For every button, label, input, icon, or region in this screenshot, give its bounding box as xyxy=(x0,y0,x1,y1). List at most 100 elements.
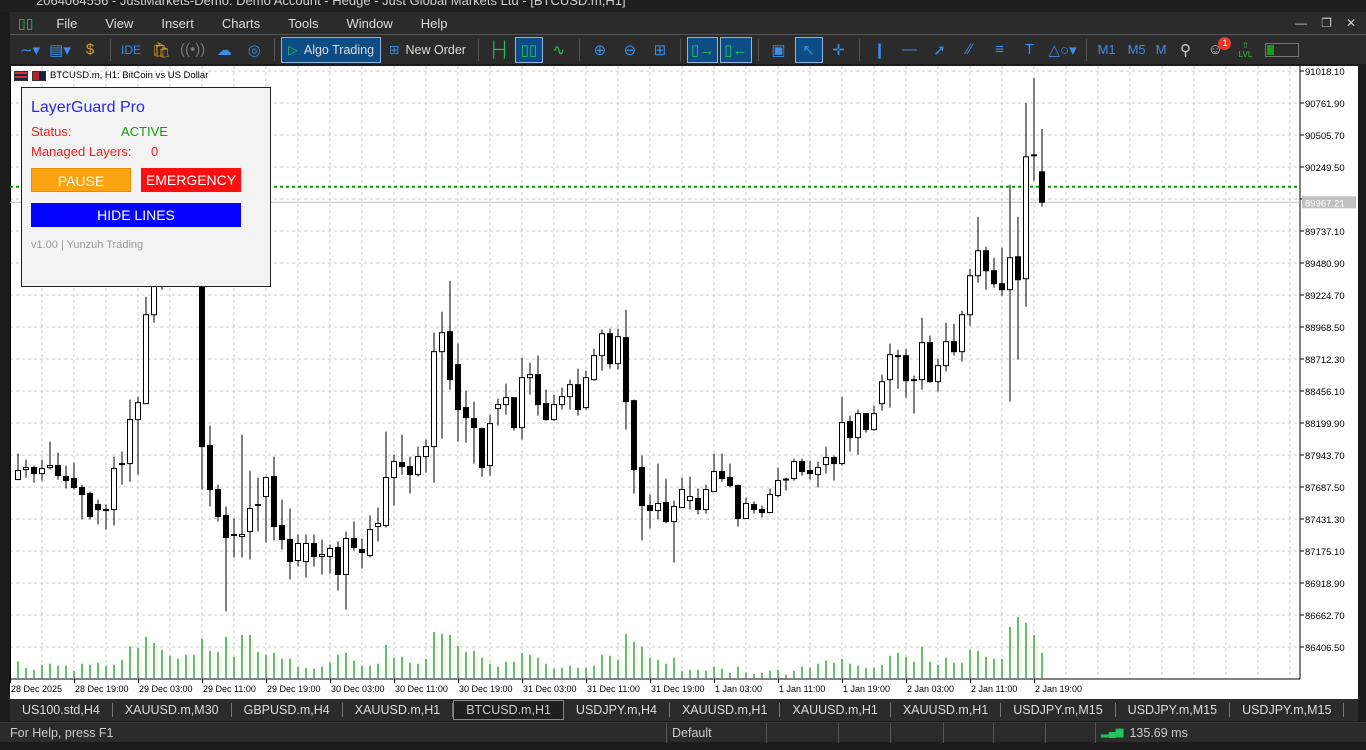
tab-xauusd-m-h1[interactable]: XAUUSD.m,H1 xyxy=(343,703,454,717)
candle-bullish xyxy=(671,506,677,523)
zoom-in-icon[interactable]: ⊕ xyxy=(586,37,614,63)
candle-bearish xyxy=(199,269,205,448)
close-icon[interactable]: ✕ xyxy=(1346,16,1356,30)
timeframe-m1[interactable]: M1 xyxy=(1093,37,1121,63)
chart-shift-icon[interactable]: ▯← xyxy=(720,36,752,63)
horizontal-line-icon[interactable]: — xyxy=(896,37,924,63)
chart-type-icon[interactable]: ∼▾ xyxy=(16,37,44,63)
menu-window[interactable]: Window xyxy=(334,16,408,31)
menu-view[interactable]: View xyxy=(92,16,148,31)
vps-icon[interactable]: ◎ xyxy=(240,37,268,63)
time-tick-label: 28 Dec 19:00 xyxy=(75,684,129,694)
candle-bullish xyxy=(111,468,117,511)
indicators-icon[interactable]: ▤▾ xyxy=(46,37,74,63)
ping-value: 135.69 ms xyxy=(1129,725,1188,740)
menu-insert[interactable]: Insert xyxy=(148,16,209,31)
new-order-button[interactable]: ⊞ New Order xyxy=(383,37,472,63)
tab-gbpusd-m-h4[interactable]: GBPUSD.m,H4 xyxy=(232,703,343,717)
menu-help[interactable]: Help xyxy=(408,16,463,31)
menu-file[interactable]: File xyxy=(43,16,92,31)
vertical-line-icon[interactable]: ❙ xyxy=(866,37,894,63)
tab-xauusd-m-h1[interactable]: XAUUSD.m,H1 xyxy=(670,703,781,717)
cursor-icon[interactable]: ↖ xyxy=(794,36,823,63)
help-text: For Help, press F1 xyxy=(10,725,114,740)
dollar-icon[interactable]: $ xyxy=(76,37,104,63)
candlestick-icon[interactable]: ▯▯ xyxy=(514,36,543,63)
notifications-icon[interactable]: ☺ 1 xyxy=(1201,36,1232,63)
screenshot-icon[interactable]: ▣ xyxy=(765,37,793,63)
candle-bullish xyxy=(567,384,573,398)
shapes-icon[interactable]: △○▾ xyxy=(1046,37,1080,63)
tab-usdjpy-m-m15[interactable]: USDJPY.m,M15 xyxy=(1116,703,1231,717)
restore-icon[interactable]: ❐ xyxy=(1321,16,1332,30)
menu-charts[interactable]: Charts xyxy=(209,16,275,31)
channel-icon[interactable]: ∕∕ xyxy=(956,37,984,63)
cloud-icon[interactable]: ☁ xyxy=(210,37,238,63)
price-tick-label: 88712.30 xyxy=(1305,355,1345,366)
fibonacci-icon[interactable]: ≡ xyxy=(986,37,1014,63)
new-order-label: New Order xyxy=(405,42,466,57)
timeframe-m[interactable]: M xyxy=(1153,37,1170,63)
candle-bearish xyxy=(207,445,213,491)
candle-bearish xyxy=(31,467,37,475)
hide-lines-button[interactable]: HIDE LINES xyxy=(31,203,241,227)
candle-bearish xyxy=(799,461,805,473)
status-label: Status: xyxy=(31,124,72,139)
emergency-button[interactable]: EMERGENCY xyxy=(141,168,241,192)
notification-badge: 1 xyxy=(1218,36,1232,50)
candle-bearish xyxy=(903,355,909,382)
candle-bearish xyxy=(639,467,645,507)
candle-bullish xyxy=(591,355,597,381)
profile-name[interactable]: Default xyxy=(666,722,766,743)
tab-us100-std-h4[interactable]: US100.std,H4 xyxy=(10,703,113,717)
candle-bearish xyxy=(863,413,869,431)
candle-bearish xyxy=(647,505,653,512)
bar-chart-icon[interactable]: ├┤ xyxy=(485,37,513,63)
time-tick-label: 30 Dec 11:00 xyxy=(395,684,448,694)
tab-xauusd-m-h1[interactable]: XAUUSD.m,H1 xyxy=(780,703,891,717)
candle-bullish xyxy=(703,489,709,511)
crosshair-icon[interactable]: ✛ xyxy=(825,37,853,63)
candle-bullish xyxy=(247,508,253,533)
tab-usdjpy-m-h4[interactable]: USDJPY.m,H4 xyxy=(564,703,670,717)
candle-bullish xyxy=(911,379,917,382)
candle-bearish xyxy=(543,403,549,421)
menu-tools[interactable]: Tools xyxy=(275,16,333,31)
search-icon[interactable]: ⚲ xyxy=(1171,37,1199,63)
timeframe-m5[interactable]: M5 xyxy=(1123,37,1151,63)
tab-xauusd-m-m30[interactable]: XAUUSD.m,M30 xyxy=(113,703,232,717)
signals-icon[interactable]: ((•)) xyxy=(177,37,208,63)
time-tick-label: 1 Jan 19:00 xyxy=(843,684,890,694)
price-tick-label: 91018.10 xyxy=(1305,67,1345,78)
tile-windows-icon[interactable]: ⊞ xyxy=(646,37,674,63)
level-icon[interactable]: ⇧ LVL xyxy=(1231,37,1259,63)
candle-bearish xyxy=(623,337,629,403)
candle-bullish xyxy=(655,503,661,512)
tab-usdjpy-m-m15[interactable]: USDJPY.m,M15 xyxy=(1001,703,1116,717)
zoom-out-icon[interactable]: ⊖ xyxy=(616,37,644,63)
candle-bearish xyxy=(895,355,901,358)
time-tick-label: 29 Dec 11:00 xyxy=(203,684,256,694)
tab-xauusd-m-h1[interactable]: XAUUSD.m,H1 xyxy=(891,703,1002,717)
time-tick-label: 31 Dec 03:00 xyxy=(523,684,577,694)
candle-bearish xyxy=(727,477,733,487)
trendline-icon[interactable]: ➚ xyxy=(926,37,954,63)
managed-layers-value: 0 xyxy=(151,144,159,159)
market-bag-icon[interactable]: 🛍 xyxy=(147,37,175,63)
tab-btcusd-m-h1[interactable]: BTCUSD.m,H1 xyxy=(453,700,564,720)
line-chart-icon[interactable]: ∿ xyxy=(545,37,573,63)
price-chart[interactable]: 91018.1090761.9090505.7090249.5089993.30… xyxy=(10,66,1358,699)
text-icon[interactable]: T xyxy=(1016,37,1044,63)
candle-bearish xyxy=(359,549,365,554)
candle-bearish xyxy=(535,374,541,406)
time-tick-label: 2 Jan 19:00 xyxy=(1035,684,1082,694)
ide-button[interactable]: IDE xyxy=(117,37,145,63)
candle-bearish xyxy=(991,270,997,285)
candle-bearish xyxy=(63,476,69,482)
one-click-trading-icon[interactable] xyxy=(14,70,28,81)
auto-scroll-icon[interactable]: ▯→ xyxy=(686,36,719,63)
tab-usdjpy-m-m15[interactable]: USDJPY.m,M15 xyxy=(1230,703,1345,717)
algo-trading-button[interactable]: ▷ Algo Trading xyxy=(281,36,382,63)
minimize-icon[interactable]: — xyxy=(1295,16,1307,30)
pause-button[interactable]: PAUSE xyxy=(31,168,131,192)
